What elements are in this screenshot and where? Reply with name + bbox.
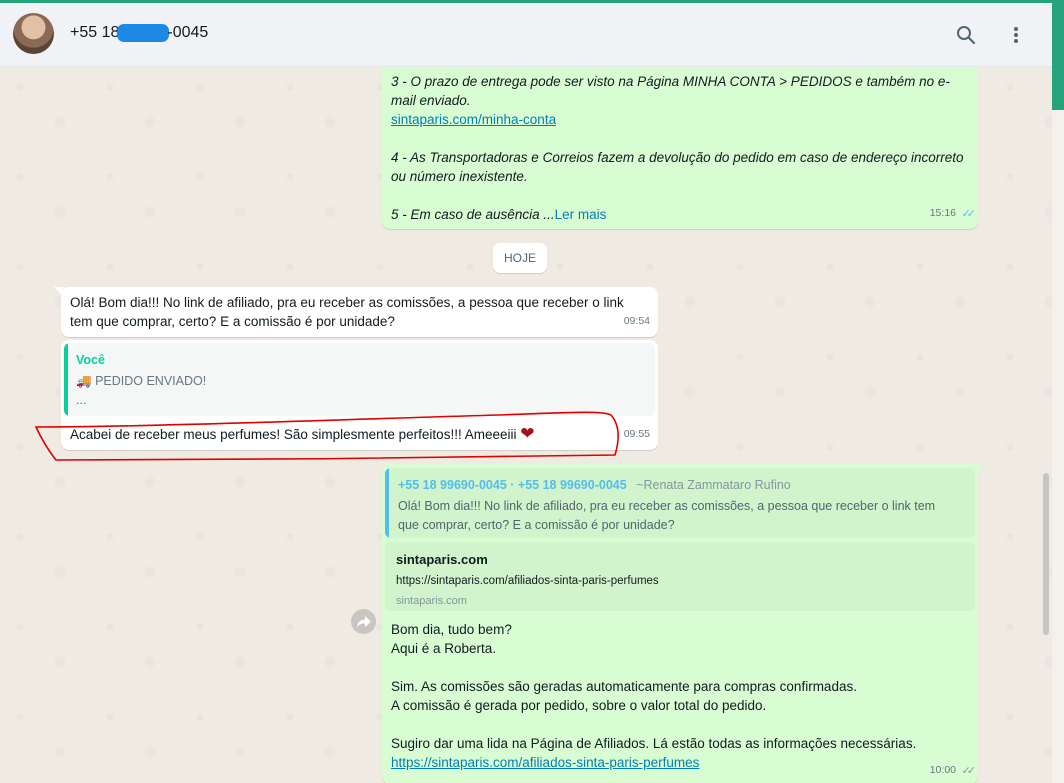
chat-scrollbar-thumb[interactable] xyxy=(1043,473,1049,635)
quote-author: Você xyxy=(76,353,105,367)
date-separator: HOJE xyxy=(493,243,547,273)
link-preview-url: https://sintaparis.com/afiliados-sinta-p… xyxy=(396,575,659,587)
message-text: mail enviado. xyxy=(391,93,471,108)
message-outgoing[interactable]: 3 - O prazo de entrega pode ser visto na… xyxy=(382,67,978,229)
message-text: A comissão é gerada por pedido, sobre o … xyxy=(391,698,767,713)
message-link[interactable]: sintaparis.com/minha-conta xyxy=(391,110,556,129)
quote-author: +55 18 99690-0045 · +55 18 99690-0045 xyxy=(398,478,627,492)
window-scrollbar-track[interactable] xyxy=(1052,110,1064,783)
quote-text: Olá! Bom dia!!! No link de afiliado, pra… xyxy=(398,499,936,513)
link-preview[interactable]: sintaparis.com https://sintaparis.com/af… xyxy=(385,542,975,611)
search-icon[interactable] xyxy=(953,22,979,48)
bubble-tail xyxy=(975,464,984,473)
message-text: tem que comprar, certo? E a comissão é p… xyxy=(70,314,395,329)
message-time: 15:16 xyxy=(929,207,956,219)
message-text: Sim. As comissões são geradas automatica… xyxy=(391,679,857,694)
message-text: Bom dia, tudo bem? xyxy=(391,622,512,637)
red-annotation-outline xyxy=(34,411,620,461)
message-incoming[interactable]: Olá! Bom dia!!! No link de afiliado, pra… xyxy=(61,287,658,337)
link-preview-domain: sintaparis.com xyxy=(396,595,467,607)
quote-text: que comprar, certo? E a comissão é por u… xyxy=(398,518,675,532)
menu-icon[interactable] xyxy=(1003,22,1029,48)
message-text: ou número inexistente. xyxy=(391,169,528,184)
message-text: Olá! Bom dia!!! No link de afiliado, pra… xyxy=(70,295,624,310)
message-text: Sugiro dar uma lida na Página de Afiliad… xyxy=(391,736,917,751)
message-outgoing[interactable]: +55 18 99690-0045 · +55 18 99690-0045 ~R… xyxy=(382,464,978,783)
message-link[interactable]: https://sintaparis.com/afiliados-sinta-p… xyxy=(391,753,699,772)
quote-text: PEDIDO ENVIADO! xyxy=(95,374,207,388)
message-text: 4 - As Transportadoras e Correios fazem … xyxy=(391,150,964,165)
link-preview-title: sintaparis.com xyxy=(396,552,488,567)
message-time: 09:54 xyxy=(623,315,650,327)
contact-name[interactable]: +55 18 -0045 xyxy=(70,24,208,42)
chat-header: +55 18 -0045 xyxy=(0,3,1052,67)
truck-emoji-icon: 🚚 xyxy=(76,374,92,388)
quote-accent-bar xyxy=(385,468,389,538)
delivered-receipt-icon: ✓✓ xyxy=(961,765,977,777)
contact-number-suffix: -0045 xyxy=(167,24,209,41)
message-text: Aqui é a Roberta. xyxy=(391,641,497,656)
quoted-message[interactable]: +55 18 99690-0045 · +55 18 99690-0045 ~R… xyxy=(385,468,975,538)
message-text: 3 - O prazo de entrega pode ser visto na… xyxy=(391,74,950,89)
message-time: 10:00 xyxy=(929,764,956,776)
message-text: 5 - Em caso de ausência ... xyxy=(391,207,555,222)
read-receipt-icon: ✓✓ xyxy=(961,208,977,220)
contact-number-prefix: +55 18 xyxy=(70,24,120,41)
contact-avatar[interactable] xyxy=(13,13,54,54)
quote-author-name: ~Renata Zammataro Rufino xyxy=(636,478,791,492)
read-more-link[interactable]: Ler mais xyxy=(555,207,607,222)
bubble-tail xyxy=(54,287,63,296)
forward-icon[interactable] xyxy=(351,609,376,634)
message-list: 3 - O prazo de entrega pode ser visto na… xyxy=(0,67,1052,783)
window-edge-accent xyxy=(1052,3,1064,110)
redaction-mark xyxy=(117,24,170,42)
